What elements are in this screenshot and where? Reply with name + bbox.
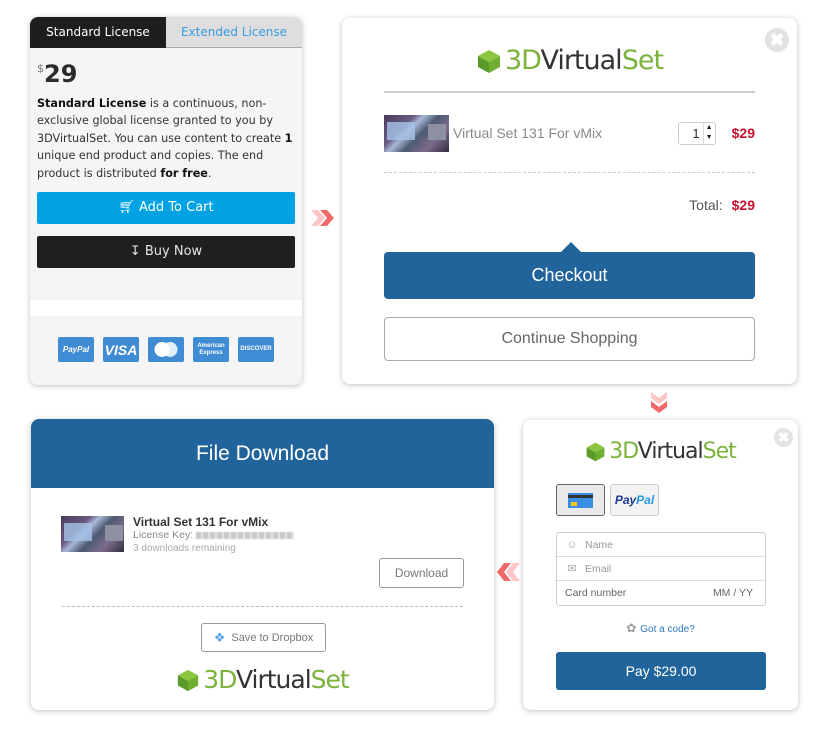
- license-price: $29: [37, 60, 295, 88]
- save-to-dropbox-button[interactable]: ❖ Save to Dropbox: [201, 623, 326, 652]
- brand-logo: 3DVirtualSet: [342, 45, 797, 76]
- cart-icon: 🛒︎: [118, 200, 135, 216]
- product-thumbnail: [61, 516, 124, 552]
- paypal-logo-icon: PayPal: [614, 493, 655, 507]
- name-field[interactable]: ☺ Name: [557, 533, 765, 557]
- currency-symbol: $: [37, 62, 44, 75]
- decrement-icon[interactable]: ▼: [704, 133, 715, 143]
- method-card-button[interactable]: [556, 484, 605, 516]
- got-a-code-link[interactable]: ✿ Got a code?: [523, 621, 798, 635]
- payment-logos: PayPal VISA American Express DISCOVER: [30, 337, 302, 362]
- paypal-logo-icon: PayPal: [58, 337, 94, 362]
- payment-panel: ✖ 3DVirtualSet PayPal ☺ Name ✉ Email Card …: [523, 420, 798, 710]
- cube-logo-icon: [477, 49, 500, 73]
- total-value: $29: [731, 197, 755, 213]
- license-tabs: Standard License Extended License: [30, 17, 302, 48]
- credit-card-icon: [568, 492, 593, 508]
- discover-logo-icon: DISCOVER: [238, 337, 274, 362]
- license-description: Standard License is a continuous, non-ex…: [37, 97, 293, 180]
- dropbox-icon: ❖: [213, 629, 226, 645]
- download-button[interactable]: Download: [379, 558, 464, 588]
- tab-standard-license[interactable]: Standard License: [30, 17, 166, 48]
- download-item-name: Virtual Set 131 For vMix: [133, 515, 269, 529]
- amex-logo-icon: American Express: [193, 337, 229, 362]
- cart-total: Total: $29: [689, 197, 755, 213]
- cube-logo-icon: [178, 669, 199, 691]
- brand-logo: 3DVirtualSet: [31, 665, 494, 694]
- brand-logo: 3DVirtualSet: [523, 439, 798, 464]
- cart-item-price: $29: [731, 125, 755, 141]
- quantity-stepper[interactable]: 1 ▲ ▼: [677, 121, 716, 145]
- tab-extended-license[interactable]: Extended License: [166, 17, 302, 48]
- card-field[interactable]: Card number MM / YY: [557, 581, 765, 605]
- increment-icon[interactable]: ▲: [704, 123, 715, 133]
- add-to-cart-button[interactable]: 🛒︎ Add To Cart: [37, 192, 295, 225]
- method-paypal-button[interactable]: PayPal: [610, 484, 659, 516]
- visa-logo-icon: VISA: [103, 337, 139, 362]
- license-key: License Key:: [133, 529, 295, 542]
- download-panel: File Download Virtual Set 131 For vMix L…: [31, 419, 494, 710]
- card-number-input[interactable]: Card number: [565, 587, 626, 599]
- chevron-down-arrow-icon: [651, 392, 667, 414]
- email-field[interactable]: ✉ Email: [557, 557, 765, 581]
- download-item: Virtual Set 131 For vMix License Key: 3 …: [61, 515, 295, 555]
- cart-item: Virtual Set 131 For vMix 1 ▲ ▼ $29: [384, 114, 755, 152]
- product-thumbnail: [384, 114, 449, 152]
- mastercard-logo-icon: [148, 337, 184, 362]
- expiry-input[interactable]: MM / YY: [713, 587, 753, 599]
- license-panel: Standard License Extended License $29 St…: [30, 17, 302, 385]
- blurred-license-key: [196, 531, 295, 539]
- pay-button[interactable]: Pay $29.00: [556, 652, 766, 690]
- downloads-remaining: 3 downloads remaining: [133, 543, 236, 554]
- continue-shopping-button[interactable]: Continue Shopping: [384, 317, 755, 361]
- payment-method-selector: PayPal: [556, 484, 659, 516]
- user-icon: ☺: [566, 538, 578, 551]
- envelope-icon: ✉: [567, 563, 577, 575]
- tag-icon: ✿: [626, 621, 637, 635]
- chevron-right-arrow-icon: [311, 210, 335, 226]
- price-value: 29: [44, 60, 78, 88]
- cube-logo-icon: [586, 442, 605, 462]
- download-title: File Download: [31, 419, 494, 488]
- payment-form: ☺ Name ✉ Email Card number MM / YY: [556, 532, 766, 606]
- buy-now-button[interactable]: ↧ Buy Now: [37, 236, 295, 269]
- download-icon: ↧: [129, 244, 141, 260]
- checkout-button[interactable]: Checkout: [384, 242, 755, 299]
- cart-panel: ✖ 3DVirtualSet Virtual Set 131 For vMix …: [342, 18, 797, 384]
- cart-item-name: Virtual Set 131 For vMix: [453, 125, 603, 141]
- chevron-left-arrow-icon: [497, 563, 521, 581]
